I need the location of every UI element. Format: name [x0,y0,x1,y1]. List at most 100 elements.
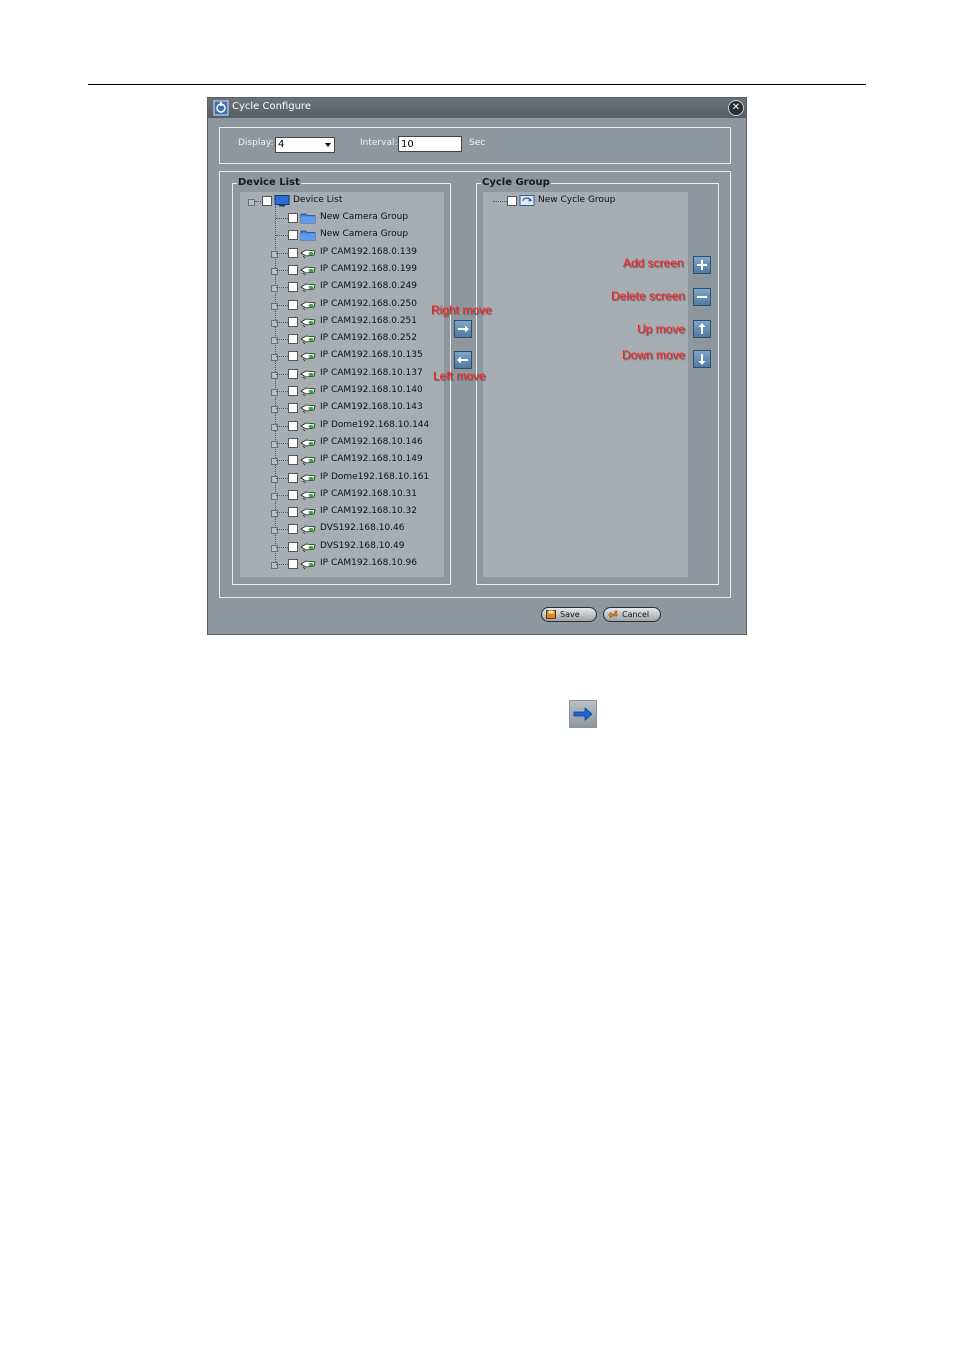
camera-icon [300,525,316,535]
up-move-button[interactable] [693,320,711,338]
right-move-button[interactable] [454,320,472,338]
device-checkbox[interactable] [288,507,298,518]
device-checkbox[interactable] [288,368,298,379]
cancel-button[interactable]: Cancel [603,607,661,622]
device-checkbox[interactable] [288,403,298,414]
interval-label: Interval: [360,138,398,148]
root-checkbox[interactable] [262,196,272,206]
device-checkbox[interactable] [288,559,298,569]
camera-icon [300,543,316,552]
minus-icon [697,296,707,298]
device-checkbox[interactable] [288,541,298,552]
arrow-left-icon [457,356,468,364]
camera-icon [300,352,316,362]
display-select[interactable]: 4 [275,137,335,153]
camera-icon [300,456,316,466]
monitor-icon [274,195,290,207]
tree-item-label: IP CAM192.168.0.252 [320,333,417,344]
arrow-right-icon [458,325,469,333]
tree-item-label: DVS192.168.10.49 [320,540,405,551]
annotation-left-move: Left move [433,369,486,383]
save-label: Save [560,610,580,619]
down-move-button[interactable] [693,350,711,368]
folder-icon [300,213,316,224]
interval-input[interactable] [398,136,462,152]
device-checkbox[interactable] [288,213,298,223]
tree-item-label: New Camera Group [320,229,409,240]
tree-item-label: IP CAM192.168.0.251 [320,315,417,326]
camera-icon [300,318,316,328]
cycle-group-legend: Cycle Group [481,177,551,188]
tree-item-label: New Camera Group [320,212,409,222]
window-title: Cycle Configure [232,101,311,112]
right-move-button-illustration[interactable] [569,700,597,728]
device-checkbox[interactable] [288,420,298,431]
tree-item-label: IP CAM192.168.0.250 [320,298,417,309]
device-checkbox[interactable] [288,472,298,483]
page-header-rule [88,84,866,85]
device-checkbox[interactable] [288,524,298,535]
tree-collapse-toggle[interactable] [248,199,255,206]
annotation-up-move: Up move [637,322,686,336]
left-move-button[interactable] [454,351,472,369]
camera-icon [300,404,316,414]
device-checkbox[interactable] [288,489,298,500]
device-list-legend: Device List [237,177,301,188]
camera-icon [300,491,316,501]
camera-icon [300,283,316,293]
device-checkbox[interactable] [288,437,298,448]
tree-item-label: IP CAM192.168.10.140 [320,385,423,395]
annotation-add-screen: Add screen [623,256,684,270]
device-checkbox[interactable] [288,299,298,310]
camera-icon [300,335,316,345]
cycle-configure-icon [213,100,229,116]
delete-screen-button[interactable] [693,288,711,306]
cycle-group-checkbox[interactable] [507,196,517,206]
arrow-up-icon [698,323,706,334]
annotation-delete-screen: Delete screen [611,289,686,303]
undo-arrow-icon [608,610,618,619]
device-checkbox[interactable] [288,334,298,345]
tree-item-label: IP CAM192.168.10.149 [320,454,423,465]
camera-icon [300,560,316,570]
save-button[interactable]: Save [541,607,597,622]
add-screen-button[interactable] [693,256,711,274]
title-bar[interactable]: Cycle Configure ✕ [208,98,746,118]
device-checkbox[interactable] [288,455,298,466]
cycle-group-tree[interactable]: New Cycle Group [483,192,688,577]
camera-icon [300,370,316,379]
plus-icon [697,260,707,270]
camera-icon [300,249,316,258]
interval-unit: Sec [469,138,486,148]
device-checkbox[interactable] [288,247,298,258]
device-checkbox[interactable] [288,386,298,396]
device-checkbox[interactable] [288,264,298,275]
cycle-group-label: New Cycle Group [538,195,616,205]
cycle-configure-window: Cycle Configure ✕ Display: 4 Interval: S… [207,97,747,635]
camera-icon [300,301,316,310]
tree-item-label: IP Dome192.168.10.161 [320,471,430,482]
tree-item-label: IP CAM192.168.10.143 [320,402,423,413]
device-checkbox[interactable] [288,351,298,362]
close-button[interactable]: ✕ [728,100,744,116]
annotation-down-move: Down move [622,348,686,362]
device-list-tree[interactable]: Device List New Camera Group New Camera G… [240,192,444,577]
tree-item-label: IP CAM192.168.10.32 [320,506,417,517]
tree-item-label: IP Dome192.168.10.144 [320,419,430,430]
device-checkbox[interactable] [288,316,298,327]
camera-icon [300,474,316,483]
tree-item-label: IP CAM192.168.0.199 [320,263,417,274]
folder-icon [300,230,316,241]
device-checkbox[interactable] [288,230,298,241]
camera-icon [300,439,316,449]
display-value: 4 [278,139,285,150]
tree-item-label: IP CAM192.168.10.135 [320,350,423,361]
device-checkbox[interactable] [288,282,298,293]
arrow-right-icon [573,707,593,721]
camera-icon [300,508,316,518]
arrow-down-icon [698,354,706,365]
tree-root-label: Device List [293,195,343,205]
tree-item-label: IP CAM192.168.10.96 [320,558,417,568]
close-icon: ✕ [731,102,741,113]
cycle-group-icon [519,195,535,206]
